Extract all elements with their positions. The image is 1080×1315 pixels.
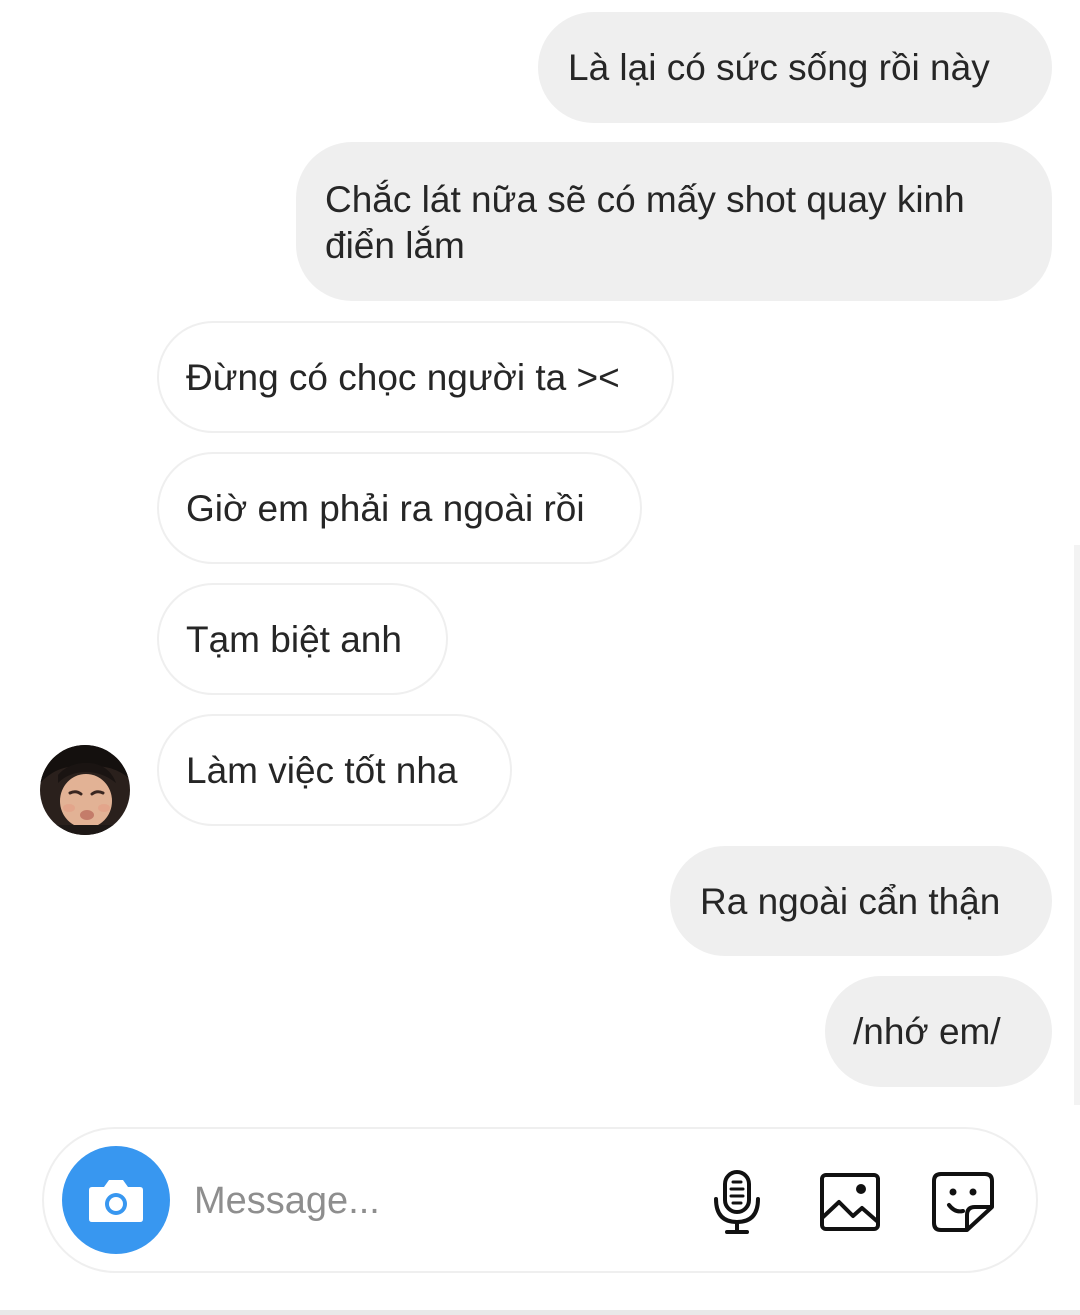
message-composer (42, 1127, 1038, 1273)
image-icon (820, 1173, 880, 1231)
scroll-edge (1074, 545, 1080, 1105)
sticker-icon (932, 1172, 994, 1232)
microphone-icon (714, 1170, 760, 1234)
contact-avatar[interactable] (40, 745, 130, 835)
message-text: Chắc lát nữa sẽ có mấy shot quay kinh đi… (325, 179, 965, 266)
message-text: Là lại có sức sống rồi này (568, 47, 990, 88)
bottom-divider (0, 1310, 1080, 1315)
gallery-button[interactable] (815, 1167, 885, 1237)
message-text: Ra ngoài cẩn thận (700, 881, 1001, 922)
camera-button[interactable] (62, 1146, 170, 1254)
chat-screen: Là lại có sức sống rồi này Chắc lát nữa … (0, 0, 1080, 1315)
message-bubble-sent[interactable]: Ra ngoài cẩn thận (670, 846, 1052, 956)
message-bubble-received[interactable]: Đừng có chọc người ta >< (157, 321, 674, 433)
camera-icon (89, 1180, 143, 1222)
message-text: Đừng có chọc người ta >< (186, 357, 620, 398)
sticker-button[interactable] (928, 1167, 998, 1237)
message-bubble-sent[interactable]: Là lại có sức sống rồi này (538, 12, 1052, 123)
message-text: /nhớ em/ (853, 1011, 1001, 1052)
message-bubble-received[interactable]: Giờ em phải ra ngoài rồi (157, 452, 642, 564)
message-text: Làm việc tốt nha (186, 750, 458, 791)
message-input[interactable] (194, 1171, 664, 1231)
message-bubble-received[interactable]: Làm việc tốt nha (157, 714, 512, 826)
message-bubble-sent[interactable]: Chắc lát nữa sẽ có mấy shot quay kinh đi… (296, 142, 1052, 301)
message-text: Giờ em phải ra ngoài rồi (186, 488, 585, 529)
voice-message-button[interactable] (702, 1167, 772, 1237)
message-bubble-sent[interactable]: /nhớ em/ (825, 976, 1052, 1087)
avatar-image (40, 745, 130, 835)
message-text: Tạm biệt anh (186, 619, 402, 660)
message-bubble-received[interactable]: Tạm biệt anh (157, 583, 448, 695)
